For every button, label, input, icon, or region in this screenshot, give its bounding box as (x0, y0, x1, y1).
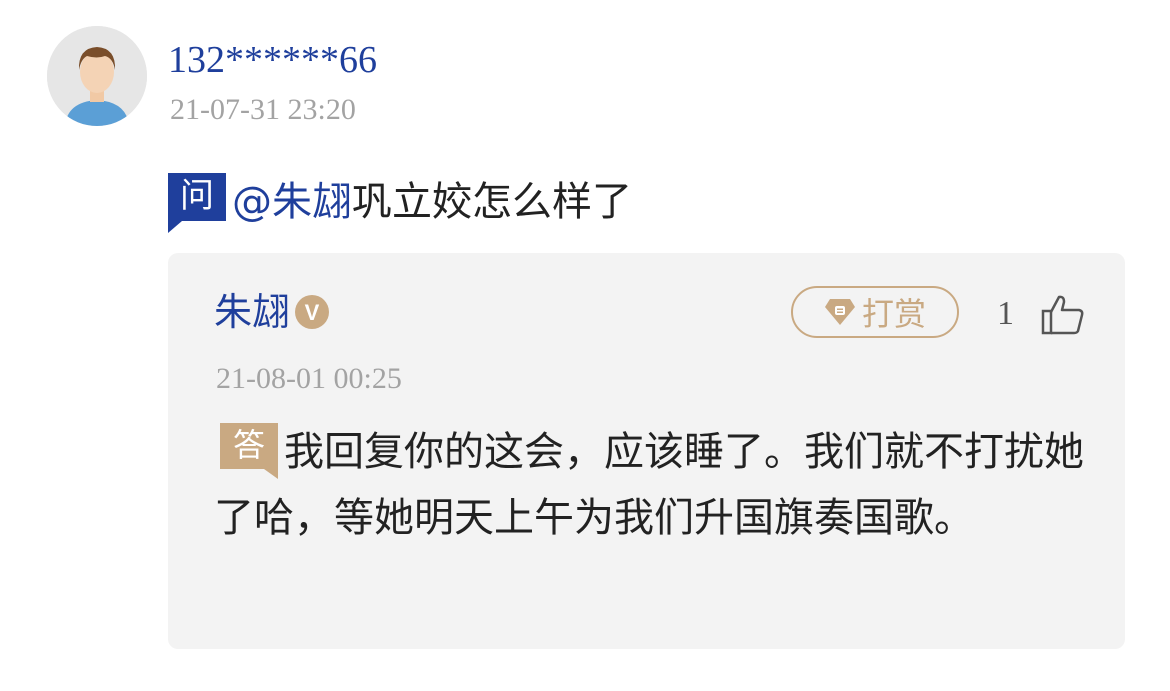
answerer-name[interactable]: 朱翃 (214, 288, 290, 336)
verified-badge-label: V (305, 300, 320, 325)
mention-link[interactable]: @朱翃 (232, 169, 352, 227)
answer-body: 答 我回复你的这会，应该睡了。我们就不打扰她了哈，等她明天上午为我们升国旗奏国歌… (214, 419, 1094, 551)
question-timestamp: 21-07-31 23:20 (170, 93, 356, 126)
answer-badge-label: 答 (232, 426, 265, 464)
avatar-person-icon (47, 26, 147, 126)
thumbs-up-icon[interactable] (1040, 293, 1086, 337)
question-text: 巩立姣怎么样了 (352, 179, 632, 225)
question-badge: 问 (168, 173, 226, 233)
answer-text: 我回复你的这会，应该睡了。我们就不打扰她了哈，等她明天上午为我们升国旗奏国歌。 (214, 429, 1084, 541)
comment-thread: 132******66 21-07-31 23:20 问 @朱翃 巩立姣怎么样了… (0, 0, 1170, 691)
gem-icon (824, 299, 855, 325)
answer-card: 朱翃 V 打赏 1 21-08-01 00:25 答 我回复你的这会，应该睡了。… (168, 253, 1125, 649)
like-count: 1 (997, 295, 1014, 332)
question-badge-label: 问 (180, 176, 214, 216)
tip-button-label: 打赏 (861, 295, 926, 333)
user-avatar[interactable] (47, 26, 147, 126)
tip-button[interactable]: 打赏 (791, 286, 959, 338)
answer-badge: 答 (220, 423, 278, 479)
verified-badge-icon: V (295, 295, 330, 329)
answerer-header: 朱翃 V (214, 288, 330, 336)
answer-timestamp: 21-08-01 00:25 (216, 362, 402, 395)
question-line: 问 @朱翃 巩立姣怎么样了 (168, 168, 632, 233)
questioner-username[interactable]: 132******66 (168, 38, 377, 82)
